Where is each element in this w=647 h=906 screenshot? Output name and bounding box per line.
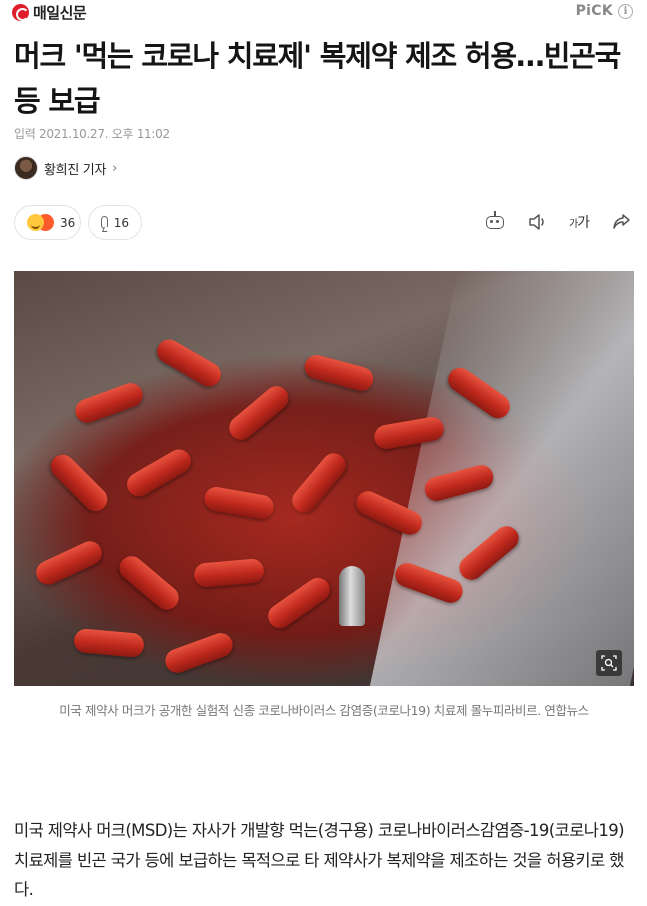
reporter-name: 황희진 기자 [44,162,107,178]
press-logo-icon [12,4,29,21]
font-size-button[interactable]: 가가 [566,209,592,235]
article-headline: 머크 '먹는 코로나 치료제' 복제약 제조 허용…빈곤국 등 보급 [14,39,621,118]
top-bar: 매일신문 PiCK i [0,0,647,26]
article-actions: 36 16 가가 [14,205,634,241]
photo-caption: 미국 제약사 머크가 공개한 실험적 신종 코로나바이러스 감염증(코로나19)… [59,703,589,718]
pick-label: PiCK [575,3,613,19]
machine-pin [339,566,365,626]
comment-bubble-icon [101,216,108,229]
reaction-count: 36 [60,215,76,230]
article-dateline: 입력 2021.10.27. 오후 11:02 [14,127,170,141]
font-size-small-glyph: 가 [568,219,578,230]
reaction-button[interactable]: 36 [14,205,81,240]
share-icon [613,214,630,229]
summary-bot-button[interactable] [482,209,508,235]
comment-count: 16 [113,215,129,230]
article-photo[interactable] [14,271,634,686]
article-body: 미국 제약사 머크(MSD)는 자사가 개발향 먹는(경구용) 코로나바이러스감… [14,821,625,899]
share-button[interactable] [608,209,634,235]
reaction-emoji-icons [27,214,54,231]
chevron-right-icon: › [112,160,118,176]
font-size-large-glyph: 가 [577,215,590,231]
reporter-link[interactable]: 황희진 기자 › [14,156,117,180]
listen-button[interactable] [524,209,550,235]
font-size-icon: 가가 [568,212,590,232]
comment-button[interactable]: 16 [88,205,142,240]
smile-emoji-icon [27,214,44,231]
speaker-icon [529,214,544,230]
press-name: 매일신문 [33,4,87,22]
reporter-avatar [14,156,38,180]
robot-icon [486,210,504,229]
press-logo[interactable]: 매일신문 [12,2,87,23]
pick-badge[interactable]: PiCK i [576,3,633,19]
zoom-icon [601,655,617,671]
info-icon[interactable]: i [618,3,633,19]
photo-zoom-button[interactable] [596,650,622,676]
